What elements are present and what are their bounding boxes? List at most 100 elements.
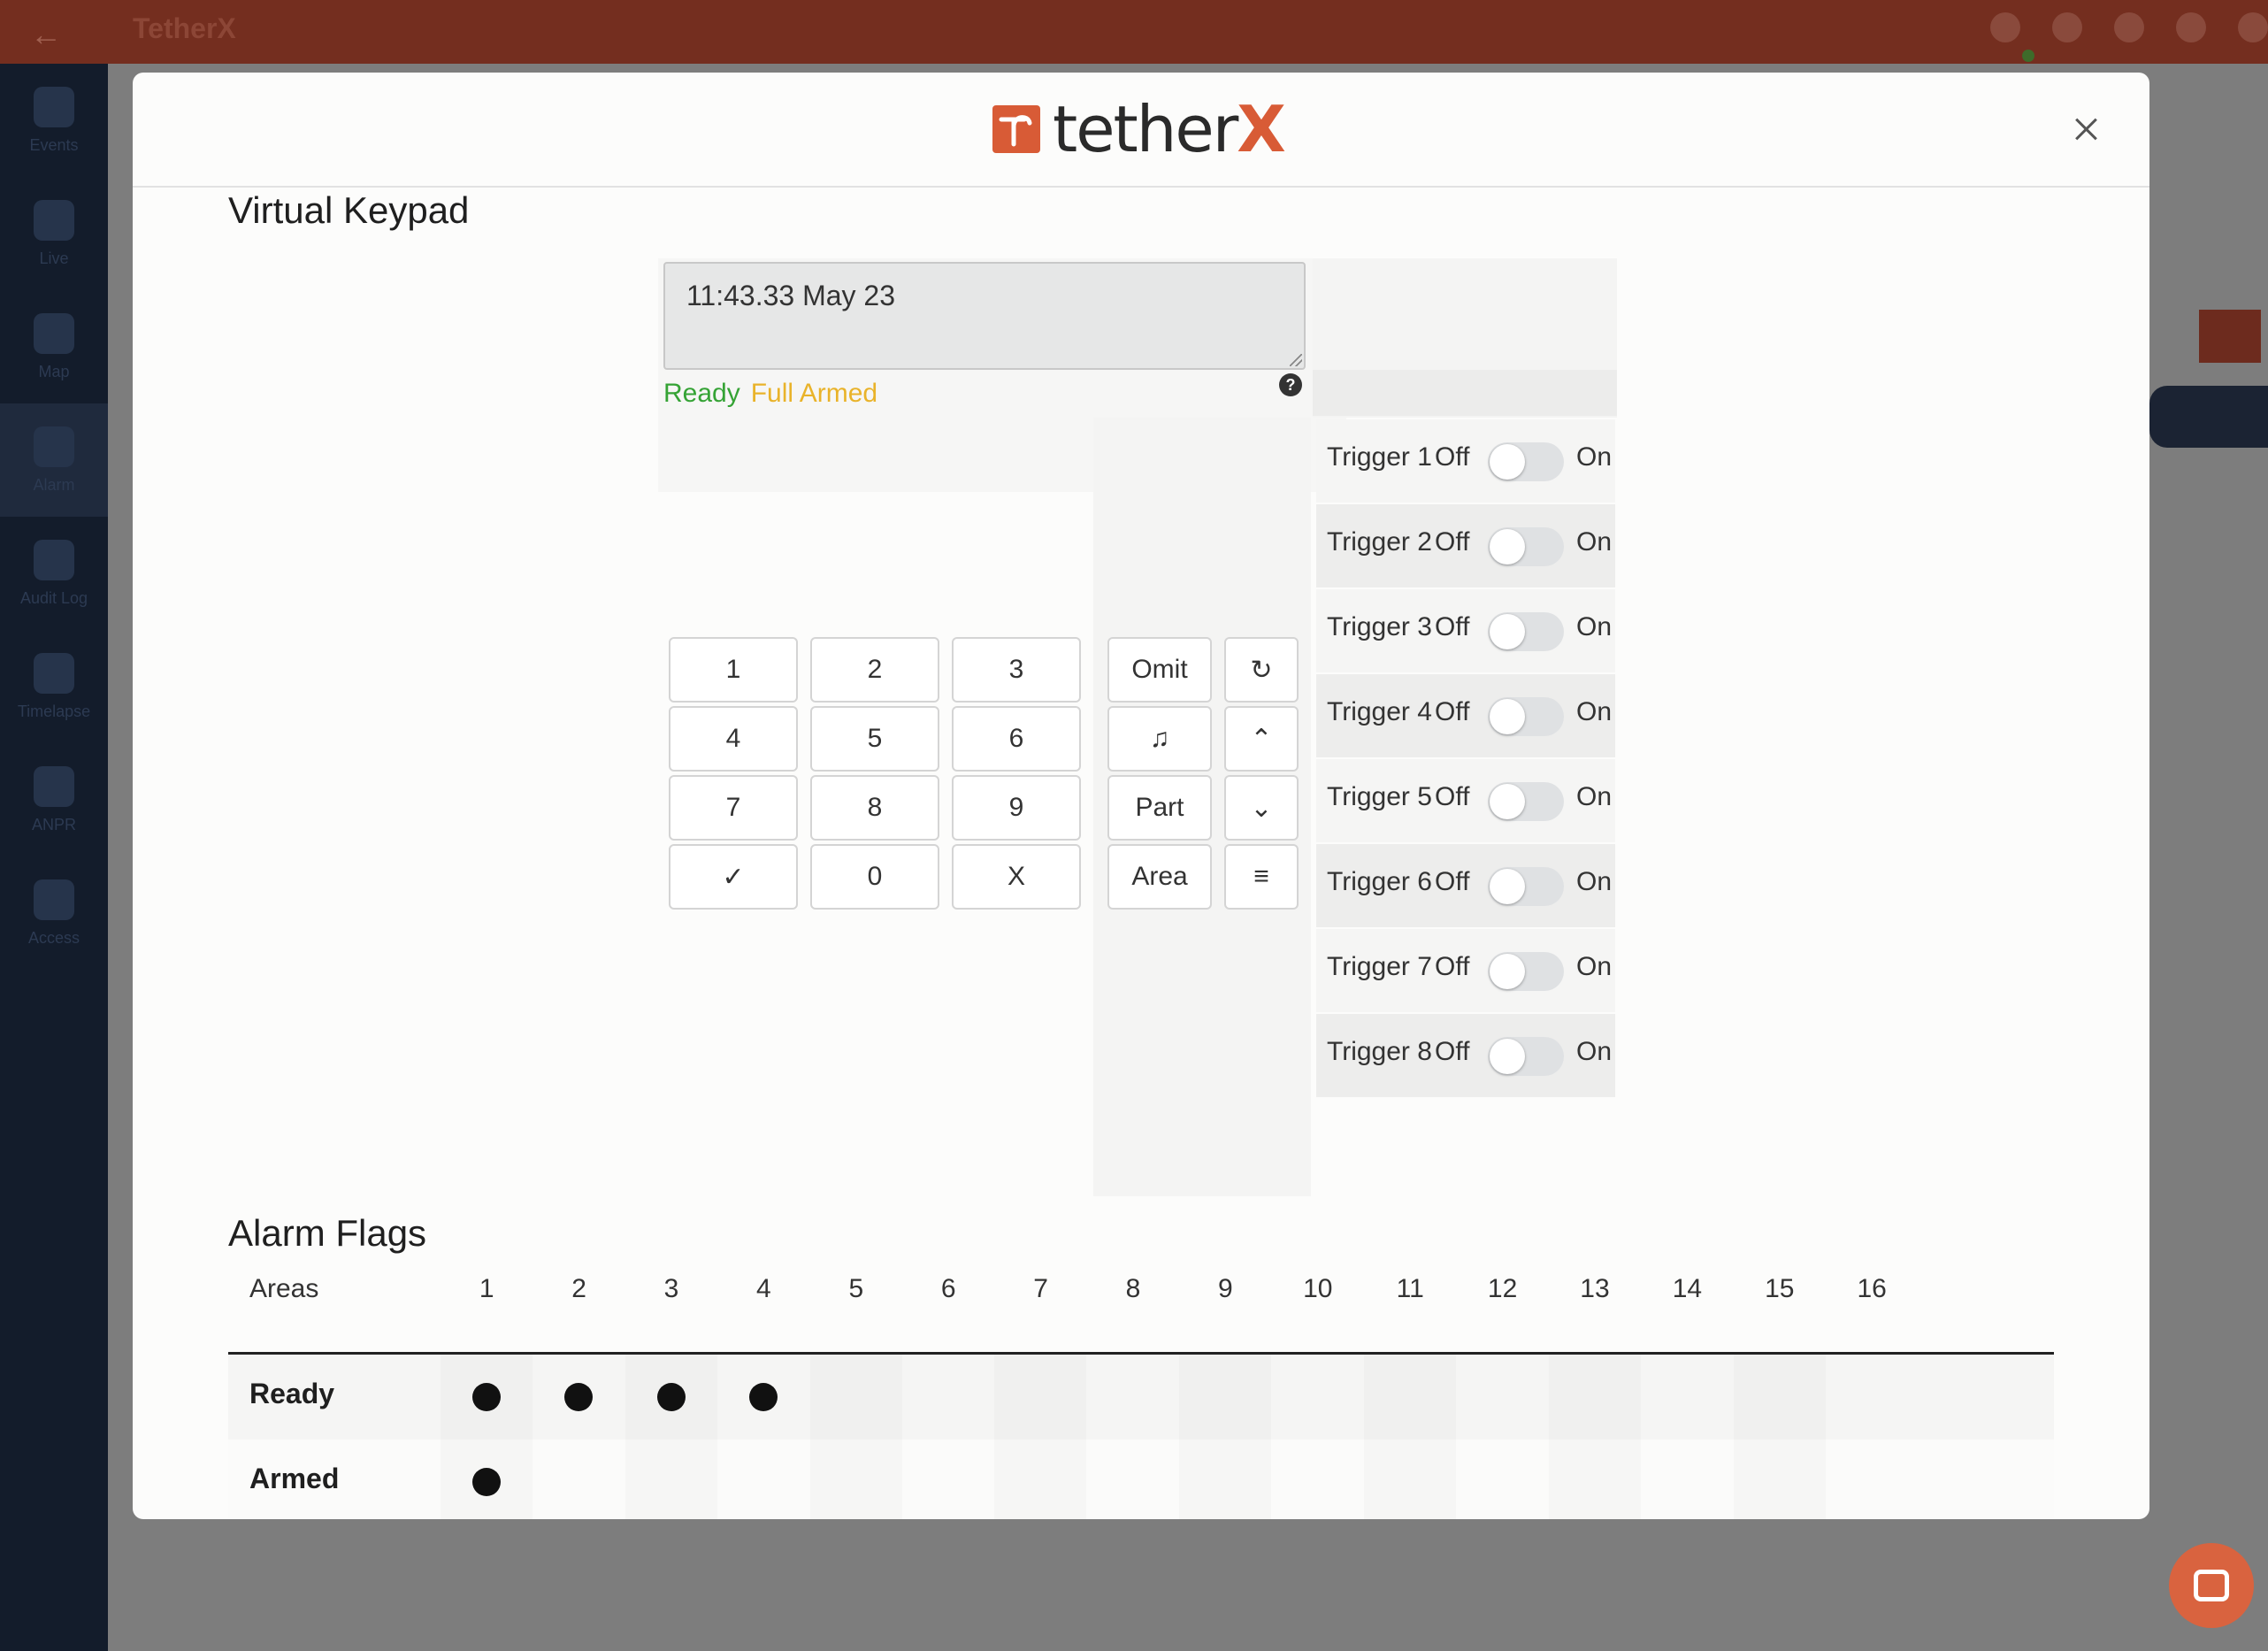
more-icon[interactable]	[2238, 12, 2268, 42]
sidebar-item-map[interactable]: Map	[0, 290, 108, 403]
trigger-off-label: Off	[1435, 612, 1470, 641]
key-8[interactable]: 8	[810, 775, 939, 841]
trigger-toggle[interactable]	[1488, 1037, 1564, 1076]
sidebar-item-alarm[interactable]: Alarm	[0, 403, 108, 517]
area-column-header: 8	[1125, 1274, 1141, 1303]
trigger-toggle[interactable]	[1488, 952, 1564, 991]
alarm-flag-cell	[1641, 1440, 1733, 1519]
key-3[interactable]: 3	[952, 637, 1081, 703]
alarm-flag-cell	[1734, 1355, 1826, 1440]
sidebar-item-access[interactable]: Access	[0, 856, 108, 970]
area-column-header: 5	[848, 1274, 864, 1303]
area-column-header: 7	[1033, 1274, 1048, 1303]
key-omit[interactable]: Omit	[1107, 637, 1212, 703]
key-check[interactable]: ✓	[669, 844, 798, 910]
trigger-label: Trigger 6	[1327, 867, 1432, 896]
background-close-button	[2199, 310, 2261, 363]
tetherx-logo-mark-icon	[992, 105, 1040, 153]
alarm-flag-cell	[441, 1355, 533, 1440]
alarm-flag-cell	[1179, 1440, 1271, 1519]
trigger-label: Trigger 4	[1327, 697, 1432, 726]
trigger-on-label: On	[1576, 612, 1613, 641]
alarm-flag-cell	[533, 1440, 624, 1519]
alarm-flag-cell	[625, 1440, 717, 1519]
flag-set-dot-icon	[564, 1383, 594, 1411]
alarm-flag-cell	[1272, 1440, 1364, 1519]
back-arrow-icon[interactable]: ←	[30, 16, 62, 53]
key-0[interactable]: 0	[810, 844, 939, 910]
sidebar-item-anpr[interactable]: ANPR	[0, 743, 108, 856]
area-column-header: 3	[663, 1274, 679, 1303]
chat-launcher-button[interactable]	[2169, 1543, 2254, 1628]
area-column-header: 12	[1487, 1274, 1518, 1303]
alarm-flag-cell	[1734, 1440, 1826, 1519]
sidebar-item-label: Timelapse	[17, 702, 91, 720]
trigger-off-label: Off	[1435, 697, 1470, 726]
logo-wordmark: tetherX	[1053, 92, 1286, 166]
alarm-flag-cell	[902, 1440, 994, 1519]
trigger-on-label: On	[1576, 1037, 1613, 1066]
key-refresh-icon[interactable]: ↻	[1224, 637, 1299, 703]
trigger-label: Trigger 1	[1327, 442, 1432, 472]
alarm-flag-row-label: Armed	[249, 1463, 340, 1494]
trigger-toggle[interactable]	[1488, 697, 1564, 736]
sidebar-item-audit-log[interactable]: Audit Log	[0, 517, 108, 630]
alarm-flag-cell	[1272, 1355, 1364, 1440]
key-area[interactable]: Area	[1107, 844, 1212, 910]
key-9[interactable]: 9	[952, 775, 1081, 841]
key-1[interactable]: 1	[669, 637, 798, 703]
toggle-knob	[1490, 869, 1525, 904]
alarm-flag-cell	[994, 1440, 1086, 1519]
key-menu-icon[interactable]: ≡	[1224, 844, 1299, 910]
alarm-flag-cell	[1364, 1355, 1456, 1440]
alarm-flag-cell	[533, 1355, 624, 1440]
key-6[interactable]: 6	[952, 706, 1081, 772]
trigger-label: Trigger 7	[1327, 952, 1432, 981]
flag-set-dot-icon	[472, 1468, 501, 1496]
area-column-header: 13	[1580, 1274, 1610, 1303]
key-7[interactable]: 7	[669, 775, 798, 841]
trigger-toggle[interactable]	[1488, 612, 1564, 651]
toggle-knob	[1490, 1039, 1525, 1074]
language-flag-icon[interactable]	[1990, 12, 2020, 42]
key-chevron-down-icon[interactable]: ⌄	[1224, 775, 1299, 841]
user-icon[interactable]	[2176, 12, 2206, 42]
trigger-toggle[interactable]	[1488, 442, 1564, 481]
help-icon[interactable]: ?	[1279, 373, 1302, 396]
toggle-knob	[1490, 784, 1525, 819]
close-icon[interactable]	[2068, 111, 2103, 147]
sidebar-item-events[interactable]: Events	[0, 64, 108, 177]
trigger-on-label: On	[1576, 782, 1613, 811]
trigger-row: Trigger 1 Off On	[1316, 419, 1615, 503]
settings-gear-icon[interactable]	[2114, 12, 2144, 42]
help-icon[interactable]	[2052, 12, 2082, 42]
trigger-toggle[interactable]	[1488, 782, 1564, 821]
app-sidebar: Events Live Map Alarm Audit Log Timelaps…	[0, 64, 108, 1651]
area-column-header: 10	[1303, 1274, 1333, 1303]
key-chime-music-icon[interactable]: ♫	[1107, 706, 1212, 772]
app-title: TetherX	[133, 12, 236, 44]
connection-status-icon	[2022, 50, 2034, 62]
trigger-toggle[interactable]	[1488, 867, 1564, 906]
key-2[interactable]: 2	[810, 637, 939, 703]
trigger-on-label: On	[1576, 527, 1613, 557]
sidebar-item-live[interactable]: Live	[0, 177, 108, 290]
globe-icon	[34, 312, 74, 354]
sidebar-item-timelapse[interactable]: Timelapse	[0, 630, 108, 743]
toggle-knob	[1490, 614, 1525, 649]
key-x[interactable]: X	[952, 844, 1081, 910]
key-chevron-up-icon[interactable]: ⌃	[1224, 706, 1299, 772]
sidebar-item-label: Events	[29, 135, 79, 154]
trigger-toggle[interactable]	[1488, 527, 1564, 566]
trigger-row: Trigger 3 Off On	[1316, 589, 1615, 672]
trigger-row: Trigger 6 Off On	[1316, 844, 1615, 927]
key-part[interactable]: Part	[1107, 775, 1212, 841]
calendar-icon	[34, 86, 74, 127]
trigger-off-label: Off	[1435, 782, 1470, 811]
area-column-header: 1	[479, 1274, 494, 1303]
key-4[interactable]: 4	[669, 706, 798, 772]
resize-handle-icon[interactable]	[1290, 354, 1302, 366]
key-5[interactable]: 5	[810, 706, 939, 772]
trigger-on-label: On	[1576, 442, 1613, 472]
trigger-label: Trigger 2	[1327, 527, 1432, 557]
